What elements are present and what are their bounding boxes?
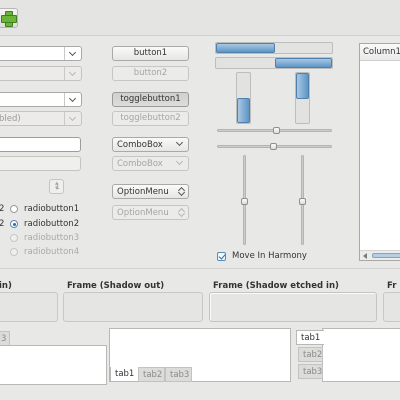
radio-partial-label: 2 [0, 204, 5, 214]
progress-fill [275, 58, 332, 68]
notebook-3-page [322, 328, 400, 382]
progress-bar-vertical-1 [236, 72, 251, 124]
radio-indicator-disabled [10, 248, 18, 256]
combo-disabled-label: bled) [0, 114, 21, 124]
chevron-down-icon [175, 138, 184, 147]
spin-arrows-icon[interactable]: ▴ ▾ [55, 179, 67, 192]
spin-down-icon: ▾ [55, 184, 59, 192]
frame-title-partial-right: Fr [387, 281, 397, 291]
radiobutton2[interactable]: radiobutton2 [10, 219, 90, 231]
combo-dropdown-arrow[interactable] [64, 47, 81, 60]
nb3-tab1[interactable]: tab1 [296, 330, 324, 345]
frame-partial [0, 292, 58, 322]
toolbar [0, 0, 400, 36]
optionmenu-label: OptionMenu [117, 187, 169, 197]
radio-partial-label: 2 [0, 219, 5, 229]
button1[interactable]: button1 [112, 46, 189, 61]
text-entry-disabled [0, 156, 81, 171]
tree-column-header[interactable]: Column1 [360, 44, 400, 61]
chevron-down-icon [68, 68, 77, 77]
nb2-tab2[interactable]: tab2 [138, 367, 165, 382]
radio-label: radiobutton2 [24, 219, 80, 229]
progress-fill [216, 43, 275, 53]
radiobutton3: radiobutton3 [10, 233, 90, 245]
button2: button2 [112, 66, 189, 81]
move-in-harmony-checkbox[interactable] [217, 252, 226, 261]
progress-fill [237, 98, 250, 123]
combobox2: ComboBox [112, 156, 189, 171]
frame-shadow-out-title: Frame (Shadow out) [67, 281, 165, 291]
chevron-down-icon [68, 113, 77, 122]
radio-label: radiobutton4 [24, 247, 80, 257]
hscale-1-knob[interactable] [273, 127, 280, 134]
progress-bar-horizontal-1 [215, 42, 333, 54]
combo-box-disabled: bled) [0, 111, 82, 126]
text-entry[interactable] [0, 137, 81, 152]
tree-view[interactable]: Column1 [359, 43, 400, 261]
togglebutton2: togglebutton2 [112, 111, 189, 126]
add-button[interactable] [0, 8, 18, 28]
vscale-1-knob[interactable] [241, 198, 248, 205]
radio-label: radiobutton3 [24, 233, 80, 243]
tree-hscrollbar[interactable] [360, 250, 400, 260]
divider [0, 268, 400, 269]
frame-partial-right [383, 292, 400, 322]
updown-chevron-icon [178, 207, 184, 218]
updown-chevron-icon [178, 186, 184, 197]
frame-title-partial: in) [0, 281, 12, 291]
togglebutton1[interactable]: togglebutton1 [112, 92, 189, 107]
radio-indicator-disabled [10, 234, 18, 242]
vscale-2-knob[interactable] [299, 198, 306, 205]
radiobutton4: radiobutton4 [10, 247, 90, 259]
scroll-left-icon[interactable] [363, 253, 367, 259]
radiobutton1[interactable]: radiobutton1 [10, 204, 90, 216]
nb2-tab1[interactable]: tab1 [110, 367, 138, 382]
optionmenu-label: OptionMenu [117, 208, 169, 218]
frame-shadow-out [63, 292, 203, 322]
combobox-label: ComboBox [117, 140, 163, 150]
nb3-tab3[interactable]: tab3 [298, 364, 323, 379]
combo-box[interactable] [0, 92, 82, 107]
optionmenu1[interactable]: OptionMenu [112, 184, 189, 199]
tree-column-label: Column1 [363, 47, 400, 57]
frame-shadow-etched-in [209, 292, 377, 322]
chevron-down-icon [68, 48, 77, 57]
combo-box-entry[interactable] [0, 46, 82, 61]
combo-dropdown-arrow-disabled [64, 112, 81, 125]
chevron-down-icon [175, 157, 184, 166]
move-in-harmony-label: Move In Harmony [232, 251, 307, 261]
chevron-down-icon [68, 94, 77, 103]
combo-box-entry-disabled [0, 66, 82, 81]
combo-dropdown-arrow-disabled [64, 67, 81, 80]
combobox1[interactable]: ComboBox [112, 137, 189, 152]
combobox-label: ComboBox [117, 159, 163, 169]
radio-label: radiobutton1 [24, 204, 80, 214]
frame-shadow-etched-in-title: Frame (Shadow etched in) [213, 281, 339, 291]
nb1-tab3[interactable]: 3 [0, 331, 10, 346]
combo-dropdown-arrow[interactable] [64, 93, 81, 106]
progress-bar-vertical-2 [295, 72, 310, 124]
progress-bar-horizontal-2 [215, 57, 333, 69]
optionmenu2: OptionMenu [112, 205, 189, 220]
nb2-tab3[interactable]: tab3 [165, 367, 192, 382]
progress-fill [296, 73, 309, 99]
radio-indicator-selected[interactable] [10, 220, 18, 228]
radio-indicator[interactable] [10, 205, 18, 213]
scroll-thumb[interactable] [372, 253, 400, 258]
notebook-1-page [0, 345, 107, 385]
add-icon [1, 11, 17, 27]
hscale-2-knob[interactable] [270, 143, 277, 150]
nb3-tab2[interactable]: tab2 [298, 347, 323, 362]
